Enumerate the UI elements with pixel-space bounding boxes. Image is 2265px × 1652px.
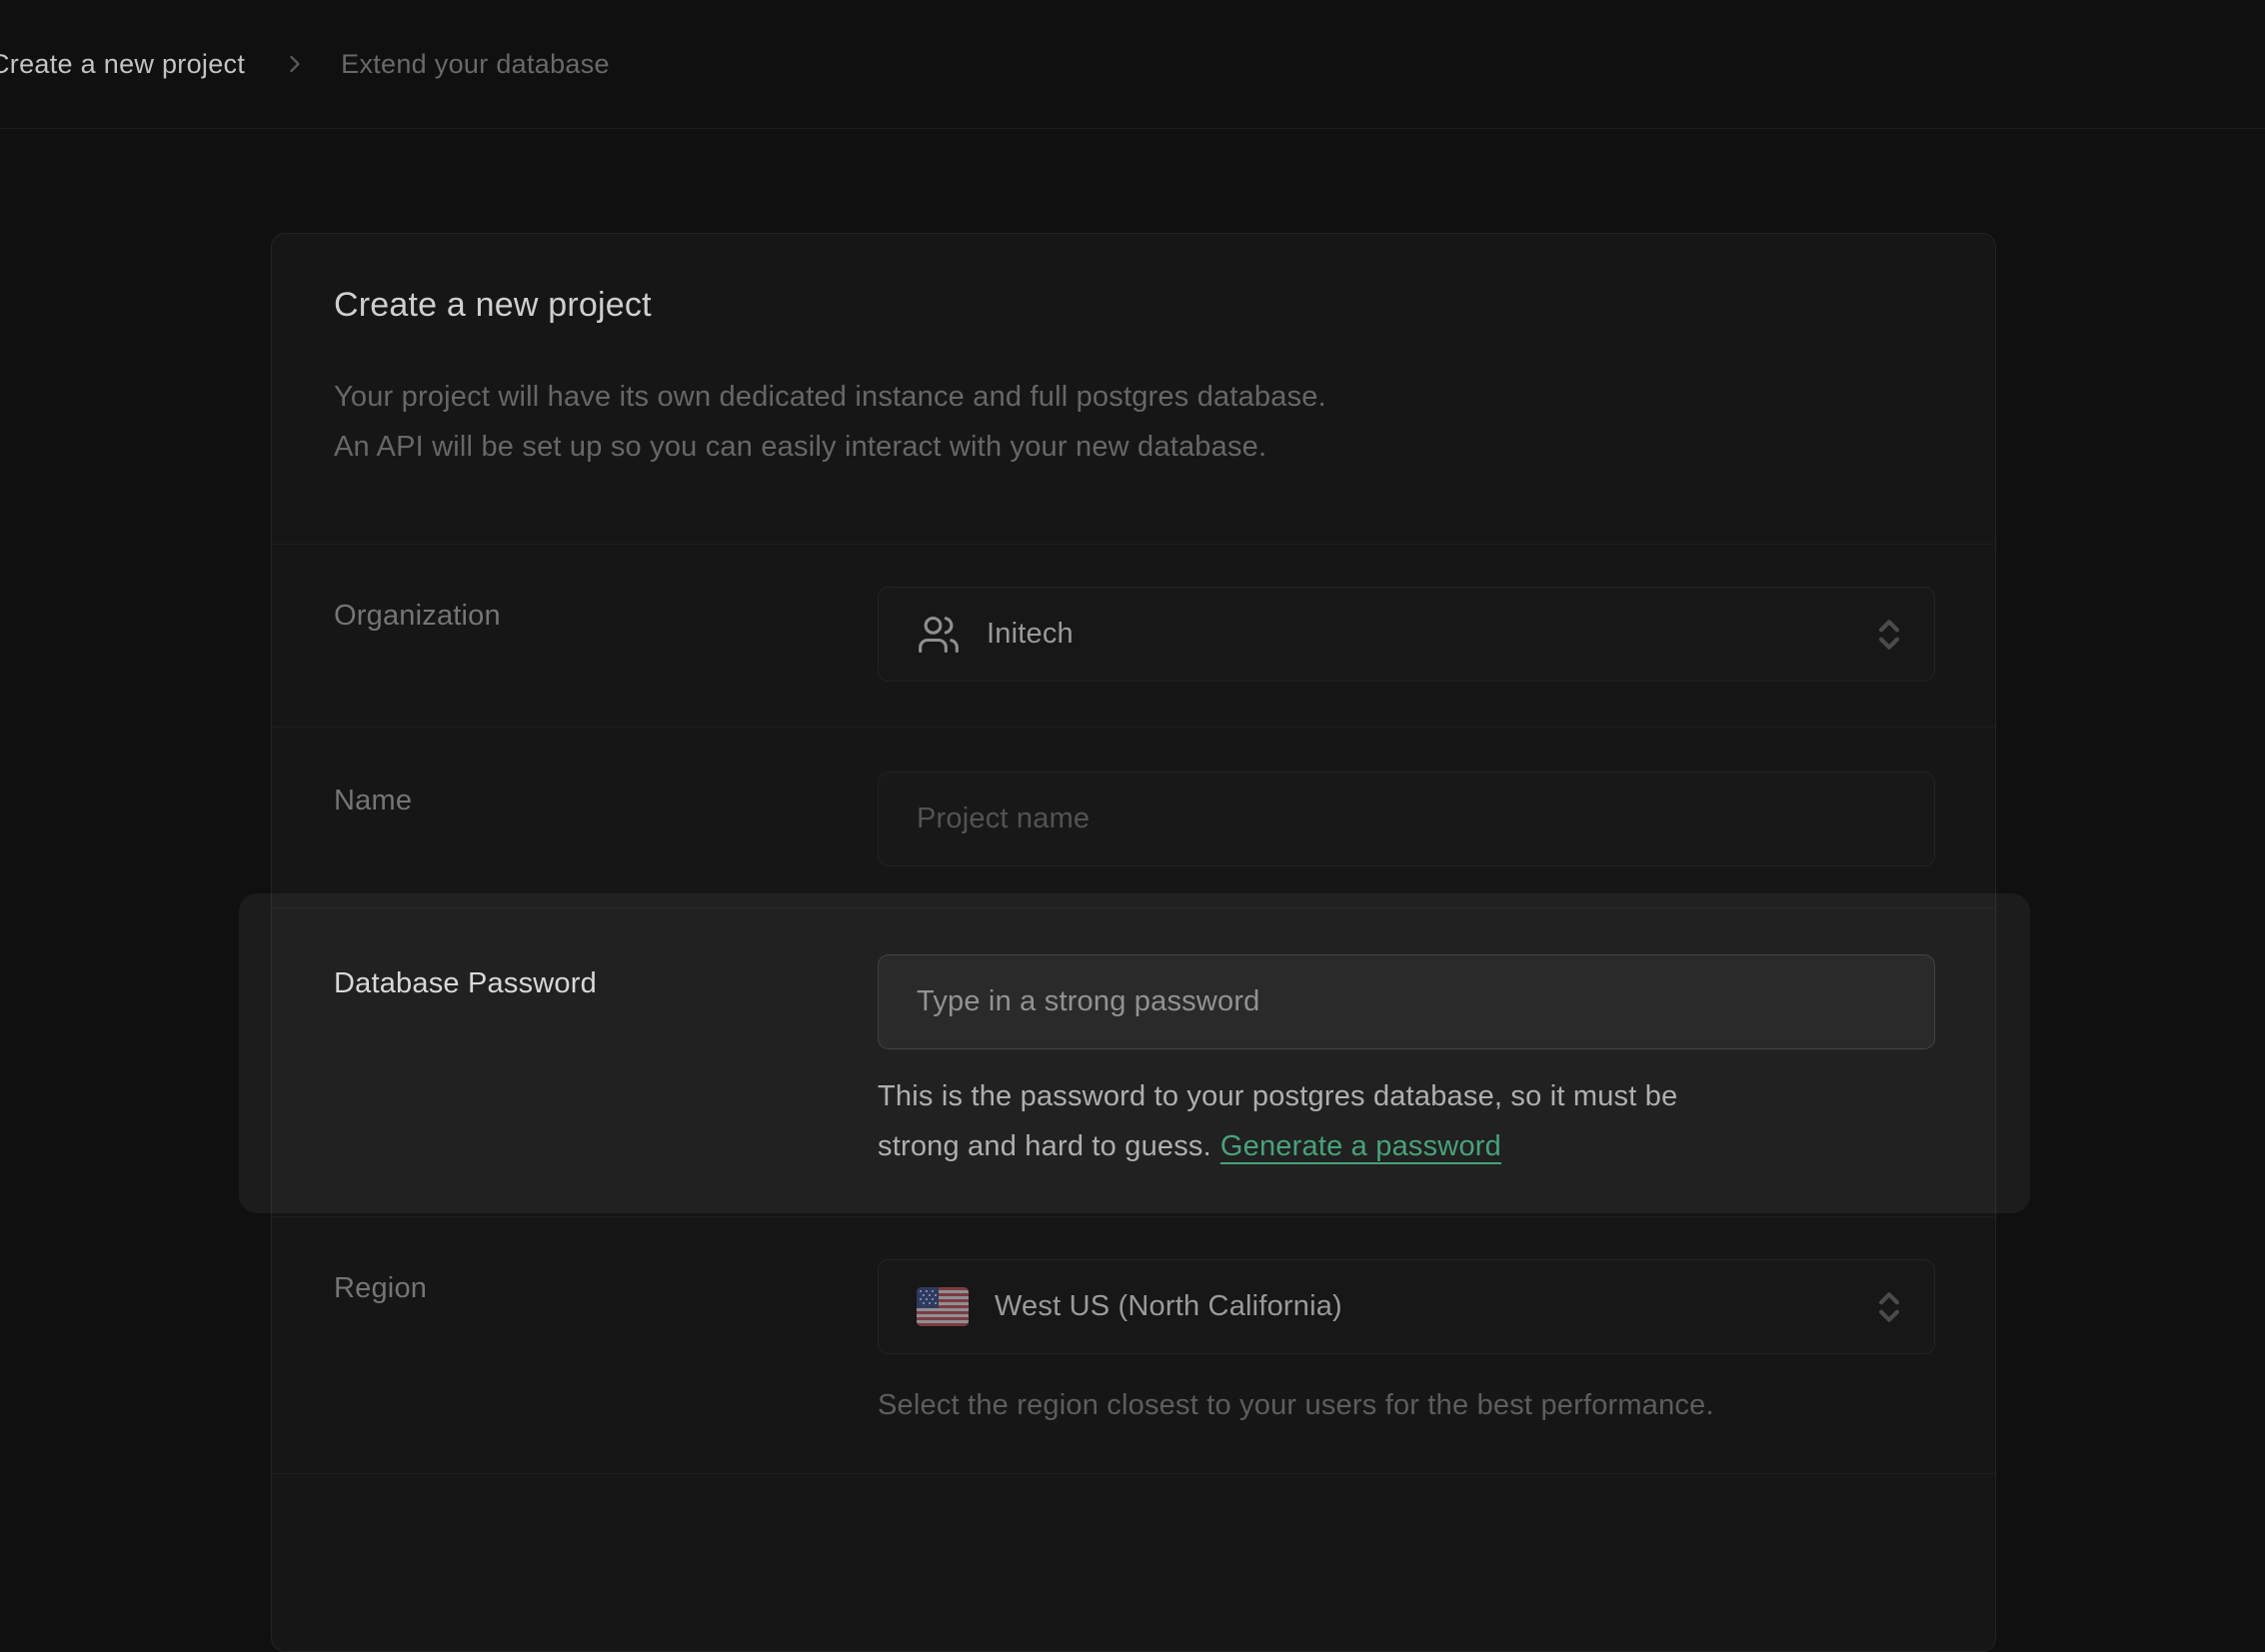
database-password-row: Database Password This is the password t… <box>272 907 1995 1216</box>
page-title: Create a new project <box>334 284 1933 326</box>
database-password-input[interactable] <box>878 954 1935 1049</box>
users-icon <box>917 613 961 657</box>
name-label: Name <box>334 772 878 866</box>
organization-row: Organization Initech <box>272 544 1995 727</box>
organization-value: Initech <box>987 618 1074 651</box>
password-help-line1: This is the password to your postgres da… <box>878 1080 1677 1112</box>
breadcrumb: Create a new project Extend your databas… <box>0 49 610 80</box>
card-description-line1: Your project will have its own dedicated… <box>334 381 1326 413</box>
project-name-input[interactable] <box>878 772 1935 866</box>
region-row: Region <box>272 1216 1995 1474</box>
region-value: West US (North California) <box>995 1290 1342 1323</box>
generate-password-link[interactable]: Generate a password <box>1220 1130 1501 1162</box>
chevron-right-icon <box>281 50 309 78</box>
organization-label: Organization <box>334 587 878 682</box>
card-description-line2: An API will be set up so you can easily … <box>334 431 1266 463</box>
breadcrumb-item-extend-database[interactable]: Extend your database <box>341 49 610 80</box>
us-flag-icon <box>917 1287 969 1326</box>
name-row: Name <box>272 727 1995 907</box>
card-header: Create a new project Your project will h… <box>272 234 1995 544</box>
password-help-line2: strong and hard to guess. <box>878 1130 1211 1162</box>
region-label: Region <box>334 1259 878 1430</box>
chevrons-up-down-icon <box>1870 1288 1908 1326</box>
card-description: Your project will have its own dedicated… <box>334 372 1933 472</box>
chevrons-up-down-icon <box>1870 616 1908 654</box>
breadcrumb-item-create-project[interactable]: Create a new project <box>0 49 245 80</box>
database-password-label: Database Password <box>334 954 878 1171</box>
password-help-text: This is the password to your postgres da… <box>878 1071 1935 1171</box>
region-help-text: Select the region closest to your users … <box>878 1380 1935 1430</box>
create-project-card: Create a new project Your project will h… <box>271 233 1996 1652</box>
organization-select[interactable]: Initech <box>878 587 1935 682</box>
region-select[interactable]: West US (North California) <box>878 1259 1935 1354</box>
breadcrumb-bar: Create a new project Extend your databas… <box>0 0 2265 129</box>
